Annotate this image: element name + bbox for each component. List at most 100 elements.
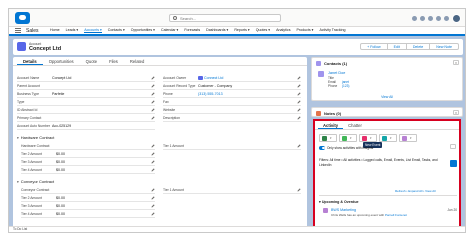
field-conveyor-tier1: Tier 1 Amount xyxy=(163,187,301,194)
list-email-icon xyxy=(402,135,407,141)
global-search[interactable] xyxy=(169,14,281,22)
nav-item-calendar[interactable]: Calendar ▾ xyxy=(161,28,178,33)
app-launcher-icon[interactable] xyxy=(15,27,21,34)
phone-link[interactable]: (123) xyxy=(342,84,349,88)
salesforce-logo[interactable] xyxy=(15,12,30,24)
delete-button[interactable]: Delete xyxy=(405,43,431,50)
pencil-icon[interactable] xyxy=(151,116,155,120)
to-do-list-link[interactable]: To Do List xyxy=(13,227,27,231)
nav-item-contacts[interactable]: Contacts ▾ xyxy=(108,28,125,33)
pencil-icon[interactable] xyxy=(151,204,155,208)
upcoming-overdue-header[interactable]: ▾ Upcoming & Overdue xyxy=(319,200,359,204)
insights-filter[interactable]: Only show activities with insights xyxy=(319,146,373,150)
tab-details[interactable]: Details xyxy=(17,57,43,65)
pencil-icon[interactable] xyxy=(151,144,155,148)
avatar[interactable] xyxy=(452,13,461,23)
log-call-button[interactable]: ▾ xyxy=(319,134,337,142)
header-utilities xyxy=(412,13,461,23)
pencil-icon[interactable] xyxy=(151,188,155,192)
field-value[interactable]: Connect Ltd xyxy=(198,76,223,80)
activity-item-title-link[interactable]: BWS Marketing xyxy=(331,208,356,212)
pencil-icon[interactable] xyxy=(151,196,155,200)
setup-icon[interactable] xyxy=(436,15,441,21)
pencil-icon[interactable] xyxy=(151,84,155,88)
notes-menu-button[interactable]: ▾ xyxy=(453,110,459,115)
tab-chatter[interactable]: Chatter xyxy=(343,121,367,129)
help-icon[interactable] xyxy=(428,15,433,21)
section-conveyor-contract[interactable]: ▾ Conveyor Contract xyxy=(17,179,54,185)
description-text: Chris Wells has an upcoming event with xyxy=(331,213,385,217)
tab-files[interactable]: Files xyxy=(103,57,124,65)
star-icon[interactable] xyxy=(412,15,417,21)
pencil-icon[interactable] xyxy=(297,144,301,148)
app-name: Sales xyxy=(26,27,39,34)
contacts-view-all-link[interactable]: View All xyxy=(312,95,462,99)
contact-name-link[interactable]: Janet Doe xyxy=(328,71,345,75)
pencil-icon[interactable] xyxy=(297,108,301,112)
owner-link[interactable]: Connect Ltd xyxy=(204,76,223,80)
activity-filters-summary: Filters: All time • All activities • Log… xyxy=(319,158,438,167)
attendee-link[interactable]: Parnell Fontenot xyxy=(385,213,407,217)
insights-toggle[interactable] xyxy=(319,146,325,150)
bell-icon[interactable] xyxy=(444,15,449,21)
pencil-icon[interactable] xyxy=(151,168,155,172)
field-label: Fax xyxy=(163,100,169,104)
account-icon xyxy=(17,42,26,51)
nav-item-products[interactable]: Products ▾ xyxy=(297,28,314,33)
nav-item-accounts[interactable]: Accounts ▾ xyxy=(84,28,102,33)
pencil-icon[interactable] xyxy=(297,100,301,104)
pencil-icon[interactable] xyxy=(151,212,155,216)
refresh-icon[interactable] xyxy=(450,160,457,167)
contacts-title: Contacts (1) xyxy=(324,60,348,66)
contacts-header[interactable]: Contacts (1) xyxy=(316,60,347,66)
nav-item-leads[interactable]: Leads ▾ xyxy=(66,28,79,33)
email-button[interactable]: ▾ xyxy=(379,134,397,142)
record-detail-panel: Details Opportunities Quote Files Relate… xyxy=(13,57,307,232)
new-event-button[interactable]: ▾ xyxy=(359,134,377,142)
pencil-icon[interactable] xyxy=(151,160,155,164)
nav-item-quotes[interactable]: Quotes ▾ xyxy=(256,28,270,33)
field-label: Phone xyxy=(328,84,338,88)
activity-links[interactable]: Refresh • Expand All • View All xyxy=(395,189,436,193)
task-icon xyxy=(342,135,347,141)
chevron-down-icon: ▾ xyxy=(410,136,412,140)
pencil-icon[interactable] xyxy=(297,116,301,120)
phone-link[interactable]: (313) 555-7013 xyxy=(198,92,223,96)
list-email-button[interactable]: ▾ xyxy=(399,134,417,142)
pencil-icon[interactable] xyxy=(151,108,155,112)
pencil-icon[interactable] xyxy=(297,76,301,80)
tab-related[interactable]: Related xyxy=(124,57,150,65)
pencil-icon[interactable] xyxy=(297,84,301,88)
nav-item-analytics[interactable]: Analytics xyxy=(276,28,290,33)
new-task-button[interactable]: ▾ xyxy=(339,134,357,142)
nav-item-opportunities[interactable]: Opportunities ▾ xyxy=(131,28,155,33)
search-input[interactable] xyxy=(180,15,278,21)
nav-item-home[interactable]: Home xyxy=(50,28,60,33)
nav-item-dashboards[interactable]: Dashboards ▾ xyxy=(206,28,228,33)
nav-item-forecasts[interactable]: Forecasts xyxy=(184,28,200,33)
new-note-button[interactable]: New Note xyxy=(429,43,459,50)
section-hardware-contract[interactable]: ▾ Hardware Contract xyxy=(17,135,54,141)
field-abstract-id: ID Abstract Id xyxy=(17,107,155,114)
global-header xyxy=(9,9,465,27)
nav-item-activity-tracking[interactable]: Activity Tracking xyxy=(319,28,345,33)
section-title: Hardware Contract xyxy=(20,135,55,140)
pencil-icon[interactable] xyxy=(297,188,301,192)
tab-quote[interactable]: Quote xyxy=(80,57,103,65)
nav-item-reports[interactable]: Reports ▾ xyxy=(234,28,249,33)
contacts-menu-button[interactable]: ▾ xyxy=(453,60,459,65)
pencil-icon[interactable] xyxy=(297,92,301,96)
pencil-icon[interactable] xyxy=(151,100,155,104)
chevron-down-icon: ▾ xyxy=(17,136,19,140)
notes-header[interactable]: Notes (0) xyxy=(316,110,341,116)
tab-opportunities[interactable]: Opportunities xyxy=(43,57,80,65)
edit-button[interactable]: Edit xyxy=(386,43,407,50)
follow-button[interactable]: + Follow xyxy=(360,43,388,50)
add-icon[interactable] xyxy=(420,15,425,21)
pencil-icon[interactable] xyxy=(151,76,155,80)
pencil-icon[interactable] xyxy=(151,152,155,156)
tab-activity[interactable]: Activity xyxy=(318,121,344,129)
pencil-icon[interactable] xyxy=(151,92,155,96)
chevron-down-icon: ▾ xyxy=(350,136,352,140)
filter-settings-icon[interactable] xyxy=(450,144,456,149)
